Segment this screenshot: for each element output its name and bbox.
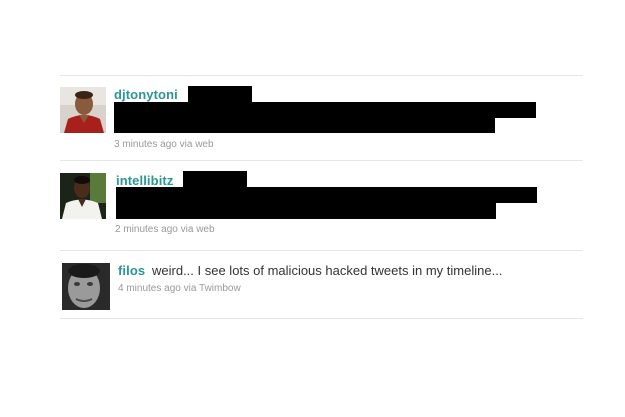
source-link[interactable]: Twimbow — [199, 283, 241, 294]
tweet-item: filos weird... I see lots of malicious h… — [0, 0, 625, 320]
tweet-meta: 4 minutes ago via Twimbow — [118, 283, 241, 294]
divider — [60, 318, 583, 319]
timeline: djtonytoni 3 minutes ago via web intelli… — [0, 0, 625, 417]
avatar-photo — [62, 263, 110, 310]
username-link[interactable]: filos — [118, 263, 145, 278]
timestamp-link[interactable]: 4 minutes ago — [118, 283, 181, 294]
tweet-text: weird... I see lots of malicious hacked … — [152, 263, 503, 278]
avatar[interactable] — [62, 263, 110, 310]
via-label: via — [183, 283, 197, 294]
